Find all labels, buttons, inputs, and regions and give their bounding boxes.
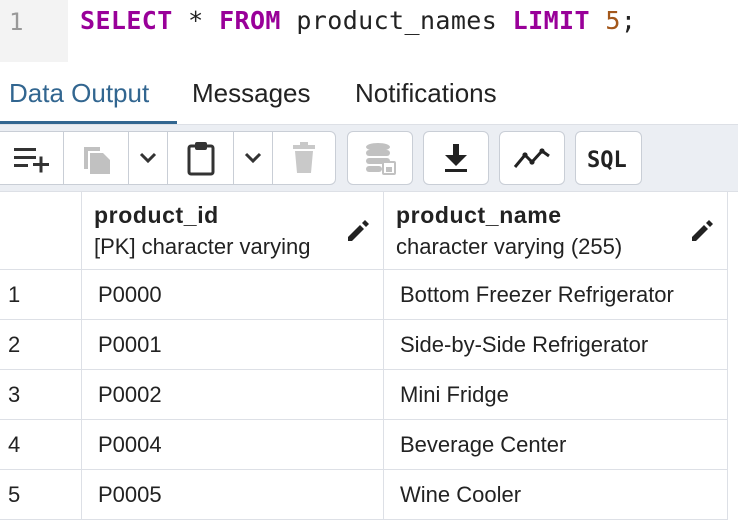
editor-gutter: 1 <box>0 0 68 62</box>
keyword-from: FROM <box>219 6 281 35</box>
sql-help-button[interactable]: SQL <box>575 131 642 185</box>
table-row: 3 P0002 Mini Fridge <box>0 370 738 420</box>
output-tabs: Data Output Messages Notifications <box>0 68 738 124</box>
sql-editor[interactable]: 1 SELECT * FROM product_names LIMIT 5; <box>0 0 738 62</box>
keyword-limit: LIMIT <box>512 6 590 35</box>
graph-visualiser-button[interactable] <box>499 131 565 185</box>
table-name: product_names <box>280 6 513 35</box>
copy-button[interactable] <box>63 131 129 185</box>
limit-number: 5 <box>605 6 621 35</box>
table-row: 4 P0004 Beverage Center <box>0 420 738 470</box>
cell-product-name[interactable]: Beverage Center <box>384 420 728 470</box>
cell-product-id[interactable]: P0000 <box>82 270 384 320</box>
cell-product-name[interactable]: Bottom Freezer Refrigerator <box>384 270 728 320</box>
line-number: 1 <box>9 8 24 36</box>
paste-icon <box>187 142 214 176</box>
table-row: 5 P0005 Wine Cooler <box>0 470 738 520</box>
cell-product-name[interactable]: Wine Cooler <box>384 470 728 520</box>
save-data-icon <box>366 143 396 175</box>
row-number[interactable]: 2 <box>0 320 82 370</box>
delete-row-button[interactable] <box>272 131 336 185</box>
keyword-select: SELECT <box>80 6 173 35</box>
chevron-down-icon <box>139 152 157 164</box>
download-button[interactable] <box>423 131 489 185</box>
data-toolbar: SQL <box>0 124 738 192</box>
tab-notifications[interactable]: Notifications <box>346 68 506 124</box>
sql-icon-label: SQL <box>587 148 627 173</box>
column-name: product_name <box>396 202 562 228</box>
paste-button[interactable] <box>167 131 234 185</box>
column-header-product-name[interactable]: product_name character varying (255) <box>384 192 728 270</box>
cell-product-id[interactable]: P0002 <box>82 370 384 420</box>
row-number[interactable]: 5 <box>0 470 82 520</box>
cell-product-id[interactable]: P0004 <box>82 420 384 470</box>
add-row-button[interactable] <box>0 131 64 185</box>
column-name: product_id <box>94 202 219 228</box>
table-row: 2 P0001 Side-by-Side Refrigerator <box>0 320 738 370</box>
column-header-product-id[interactable]: product_id [PK] character varying <box>82 192 384 270</box>
row-number[interactable]: 1 <box>0 270 82 320</box>
cell-product-name[interactable]: Mini Fridge <box>384 370 728 420</box>
cell-product-name[interactable]: Side-by-Side Refrigerator <box>384 320 728 370</box>
paste-options-dropdown[interactable] <box>233 131 273 185</box>
chevron-down-icon <box>244 152 262 164</box>
copy-icon <box>84 147 110 174</box>
table-row: 1 P0000 Bottom Freezer Refrigerator <box>0 270 738 320</box>
tab-data-output[interactable]: Data Output <box>0 68 177 124</box>
download-icon <box>445 144 467 172</box>
semicolon: ; <box>620 6 637 35</box>
column-type: [PK] character varying <box>94 234 311 259</box>
tab-messages[interactable]: Messages <box>183 68 320 124</box>
save-data-button[interactable] <box>347 131 413 185</box>
edit-pencil-icon[interactable] <box>689 218 715 244</box>
cell-product-id[interactable]: P0001 <box>82 320 384 370</box>
edit-pencil-icon[interactable] <box>345 218 371 244</box>
column-type: character varying (255) <box>396 234 623 259</box>
row-number-header[interactable] <box>0 192 82 270</box>
graph-icon <box>513 148 550 168</box>
cell-product-id[interactable]: P0005 <box>82 470 384 520</box>
copy-options-dropdown[interactable] <box>128 131 168 185</box>
row-number[interactable]: 3 <box>0 370 82 420</box>
result-grid: product_id [PK] character varying produc… <box>0 192 738 530</box>
sql-query-line[interactable]: SELECT * FROM product_names LIMIT 5; <box>80 6 636 35</box>
row-number[interactable]: 4 <box>0 420 82 470</box>
sql-icon: SQL <box>587 148 627 173</box>
select-star: * <box>172 6 220 35</box>
delete-icon <box>293 142 315 173</box>
add-row-icon <box>13 148 49 173</box>
